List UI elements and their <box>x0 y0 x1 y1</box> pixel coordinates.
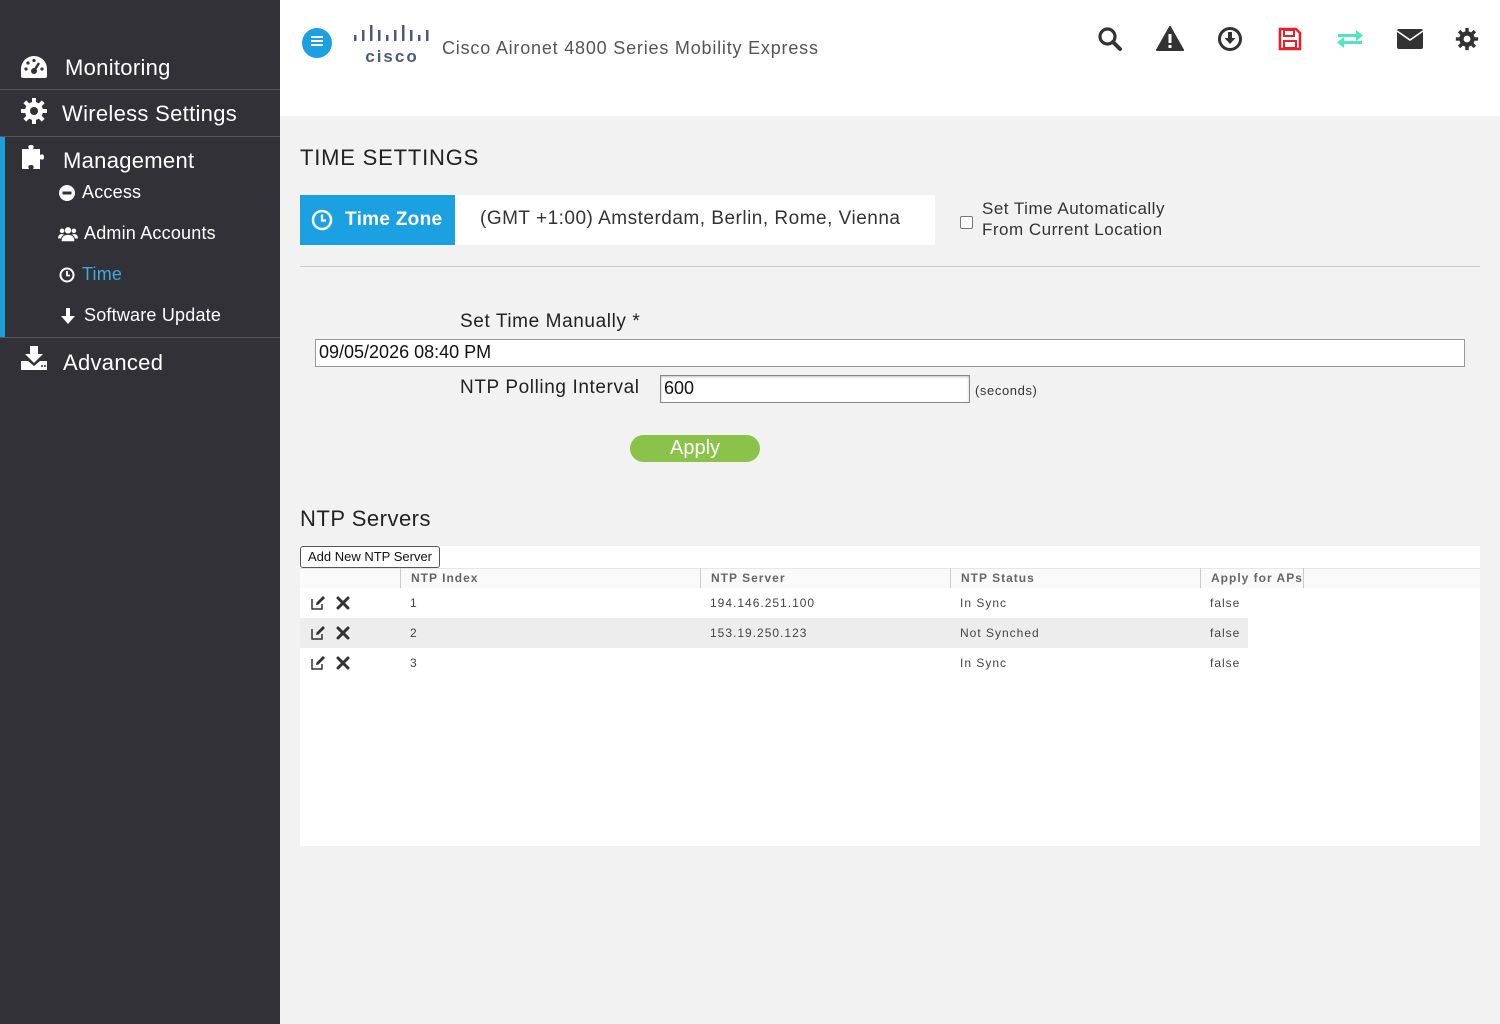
header: cisco Cisco Aironet 4800 Series Mobility… <box>280 0 1500 116</box>
timezone-selector: Time Zone (GMT +1:00) Amsterdam, Berlin,… <box>300 195 935 245</box>
sidebar: Monitoring Wireless Settings Management … <box>0 0 280 1024</box>
transfer-icon <box>1336 27 1364 56</box>
edit-icon[interactable] <box>310 625 326 641</box>
divider <box>0 89 280 90</box>
divider <box>300 266 1480 267</box>
delete-icon[interactable] <box>336 655 352 671</box>
nav-sub-admin-accounts[interactable]: Admin Accounts <box>58 223 216 244</box>
ntp-interval-label: NTP Polling Interval <box>460 377 640 398</box>
ntp-interval-unit: (seconds) <box>975 383 1038 398</box>
alerts-button[interactable] <box>1155 25 1185 57</box>
manual-time-input[interactable]: 09/05/2026 08:40 PM <box>315 339 1465 367</box>
auto-time-label: Set Time Automatically From Current Loca… <box>982 198 1165 240</box>
cell-ntp-status: Not Synched <box>960 626 1040 640</box>
add-ntp-server-button[interactable]: Add New NTP Server <box>300 546 440 568</box>
search-icon <box>1097 26 1123 57</box>
cell-ntp-index: 1 <box>410 596 418 610</box>
page-title: TIME SETTINGS <box>300 145 480 170</box>
ntp-servers-title: NTP Servers <box>300 506 432 531</box>
column-header-ntp-index[interactable]: NTP Index <box>400 568 700 588</box>
timezone-button-label: Time Zone <box>345 209 443 230</box>
svg-text:cisco: cisco <box>365 47 418 66</box>
envelope-icon <box>1396 28 1424 55</box>
nav-sub-time[interactable]: Time <box>58 264 122 285</box>
table-row: 1 194.146.251.100 In Sync false <box>300 588 1248 618</box>
cell-ntp-status: In Sync <box>960 596 1008 610</box>
nav-sub-time-label: Time <box>82 264 123 284</box>
timezone-value[interactable]: (GMT +1:00) Amsterdam, Berlin, Rome, Vie… <box>480 208 901 230</box>
cisco-logo: cisco <box>352 22 432 71</box>
auto-time-label-line2: From Current Location <box>982 220 1163 239</box>
ntp-interval-input[interactable]: 600 <box>660 375 970 403</box>
divider <box>0 136 280 137</box>
cell-apply-for-aps: false <box>1210 596 1241 610</box>
cell-apply-for-aps: false <box>1210 656 1241 670</box>
puzzle-icon <box>19 142 49 172</box>
delete-icon[interactable] <box>336 595 352 611</box>
nav-monitoring[interactable]: Monitoring <box>0 46 280 88</box>
cell-ntp-index: 2 <box>410 626 418 640</box>
save-button[interactable] <box>1275 26 1305 56</box>
clock-icon <box>58 265 76 285</box>
nav-wireless-settings[interactable]: Wireless Settings <box>0 92 280 136</box>
table-row: 2 153.19.250.123 Not Synched false <box>300 618 1248 648</box>
nav-sub-admin-accounts-label: Admin Accounts <box>84 223 216 243</box>
settings-icon <box>1455 27 1479 56</box>
minus-circle-icon <box>58 183 76 203</box>
cell-ntp-status: In Sync <box>960 656 1008 670</box>
auto-time-checkbox[interactable] <box>960 216 973 229</box>
nav-sub-access[interactable]: Access <box>58 182 141 203</box>
product-title: Cisco Aironet 4800 Series Mobility Expre… <box>442 38 819 58</box>
auto-time-label-line1: Set Time Automatically <box>982 199 1165 218</box>
divider <box>0 337 280 338</box>
nav-advanced[interactable]: Advanced <box>0 340 280 384</box>
download-tray-icon <box>19 343 49 373</box>
clock-icon <box>311 209 333 231</box>
delete-icon[interactable] <box>336 625 352 641</box>
nav-wireless-settings-label: Wireless Settings <box>62 101 238 126</box>
users-icon <box>58 224 78 244</box>
nav-management-label: Management <box>63 148 195 173</box>
dashboard-icon <box>19 52 49 82</box>
messages-button[interactable] <box>1395 26 1425 56</box>
column-header-ntp-server[interactable]: NTP Server <box>700 568 950 588</box>
manual-time-label: Set Time Manually * <box>460 311 641 332</box>
save-icon <box>1278 27 1302 56</box>
nav-sub-software-update[interactable]: Software Update <box>58 305 221 326</box>
cell-ntp-server: 194.146.251.100 <box>710 596 816 610</box>
cell-ntp-server: 153.19.250.123 <box>710 626 808 640</box>
edit-icon[interactable] <box>310 655 326 671</box>
nav-sub-software-update-label: Software Update <box>84 305 222 325</box>
nav-monitoring-label: Monitoring <box>65 55 171 80</box>
nav-management[interactable]: Management <box>0 140 280 180</box>
menu-icon <box>309 34 325 53</box>
gear-icon <box>19 96 49 126</box>
transfer-button[interactable] <box>1335 26 1365 56</box>
edit-icon[interactable] <box>310 595 326 611</box>
nav-sub-access-label: Access <box>82 182 142 202</box>
column-header-ntp-status[interactable]: NTP Status <box>950 568 1200 588</box>
table-row: 3 In Sync false <box>300 648 1248 678</box>
nav-advanced-label: Advanced <box>63 350 164 375</box>
column-header-apply-for-aps[interactable]: Apply for APs <box>1200 568 1304 588</box>
warning-icon <box>1156 25 1184 57</box>
apply-button[interactable]: Apply <box>630 435 760 462</box>
cell-ntp-index: 3 <box>410 656 418 670</box>
timezone-button[interactable]: Time Zone <box>300 195 455 245</box>
download-circle-icon <box>1217 26 1243 57</box>
arrow-down-icon <box>58 306 78 326</box>
cell-apply-for-aps: false <box>1210 626 1241 640</box>
download-button[interactable] <box>1215 26 1245 56</box>
hamburger-menu-button[interactable] <box>302 28 332 58</box>
search-button[interactable] <box>1095 26 1125 56</box>
settings-button[interactable] <box>1452 26 1482 56</box>
